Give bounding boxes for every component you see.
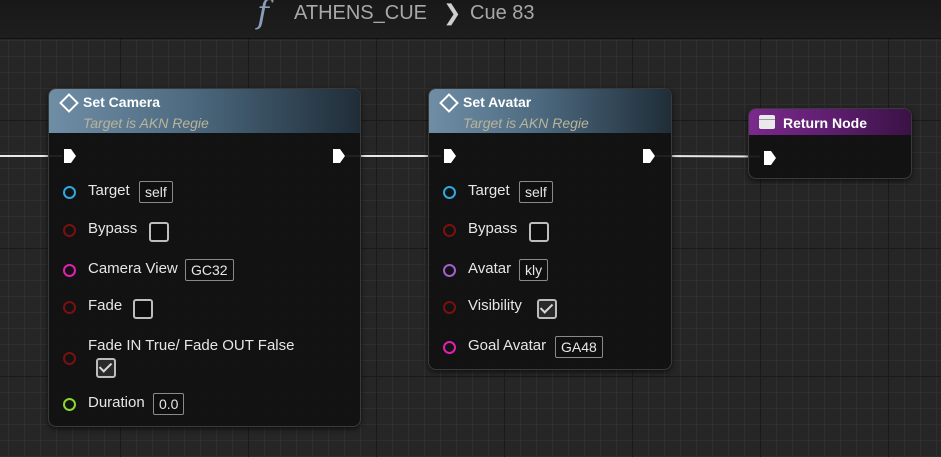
node-header: Set Avatar Target is AKN Regie [429, 89, 671, 133]
pin-label: Duration [88, 394, 145, 411]
pin-fade: Fade [63, 296, 343, 319]
pin-fade-in: Fade IN True/ Fade OUT False [63, 336, 343, 381]
function-call-icon [439, 93, 459, 113]
function-icon: f [257, 0, 269, 31]
return-node-icon [759, 115, 775, 129]
visibility-checkbox[interactable] [537, 299, 557, 319]
object-pin-icon[interactable] [63, 186, 76, 199]
pin-avatar: Avatar kly [443, 259, 663, 281]
goal-avatar-value[interactable]: GA48 [555, 336, 603, 358]
fade-in-checkbox[interactable] [96, 358, 116, 378]
pin-camera-view: Camera View GC32 [63, 259, 343, 281]
fade-checkbox[interactable] [133, 299, 153, 319]
node-header: Set Camera Target is AKN Regie [49, 89, 360, 133]
pin-bypass: Bypass [443, 219, 663, 242]
enum-pin-icon[interactable] [443, 264, 456, 277]
pin-label: Bypass [468, 220, 518, 237]
breadcrumb-parent[interactable]: ATHENS_CUE [294, 0, 427, 26]
name-pin-icon[interactable] [63, 264, 76, 277]
breadcrumb: f ATHENS_CUE ❯ Cue 83 [0, 0, 941, 39]
exec-in-pin-icon[interactable] [63, 148, 77, 164]
pin-bypass: Bypass [63, 219, 343, 242]
node-title: Set Avatar [463, 94, 532, 110]
breadcrumb-separator-icon: ❯ [443, 0, 462, 25]
node-subtitle: Target is AKN Regie [463, 115, 589, 131]
breadcrumb-current: Cue 83 [470, 2, 535, 24]
pin-target: Target self [63, 181, 343, 203]
pin-label: Target [468, 182, 510, 199]
bool-pin-icon[interactable] [63, 352, 76, 365]
pin-label: Avatar [468, 260, 512, 277]
pin-label: Bypass [88, 220, 138, 237]
camera-view-value[interactable]: GC32 [185, 259, 234, 281]
exec-in-pin-icon[interactable] [443, 148, 457, 164]
target-value[interactable]: self [519, 181, 553, 203]
node-title: Set Camera [83, 94, 161, 110]
pin-label: Target [88, 182, 130, 199]
node-header: Return Node [749, 109, 911, 135]
bypass-checkbox[interactable] [149, 222, 169, 242]
function-call-icon [59, 93, 79, 113]
bool-pin-icon[interactable] [443, 224, 456, 237]
bypass-checkbox[interactable] [529, 222, 549, 242]
pin-label: Goal Avatar [468, 337, 547, 354]
name-pin-icon[interactable] [443, 341, 456, 354]
pin-label: Fade [88, 297, 123, 314]
node-subtitle: Target is AKN Regie [83, 115, 209, 131]
float-pin-icon[interactable] [63, 398, 76, 411]
set-camera-node[interactable]: Set Camera Target is AKN Regie Target se… [48, 88, 361, 427]
object-pin-icon[interactable] [443, 186, 456, 199]
bool-pin-icon[interactable] [63, 224, 76, 237]
node-title: Return Node [783, 115, 867, 131]
exec-out-pin-icon[interactable] [332, 148, 346, 164]
return-node[interactable]: Return Node [748, 108, 912, 179]
duration-value[interactable]: 0.0 [153, 393, 185, 415]
bool-pin-icon[interactable] [63, 301, 76, 314]
set-avatar-node[interactable]: Set Avatar Target is AKN Regie Target se… [428, 88, 672, 370]
target-value[interactable]: self [139, 181, 173, 203]
pin-label: Fade IN True/ Fade OUT False [88, 337, 295, 354]
pin-target: Target self [443, 181, 663, 203]
pin-duration: Duration 0.0 [63, 393, 343, 415]
pin-label: Visibility [468, 297, 522, 314]
bool-pin-icon[interactable] [443, 301, 456, 314]
exec-in-pin-icon[interactable] [763, 150, 777, 166]
pin-visibility: Visibility [443, 296, 663, 319]
avatar-value[interactable]: kly [519, 259, 549, 281]
exec-out-pin-icon[interactable] [642, 148, 656, 164]
pin-label: Camera View [88, 260, 178, 277]
pin-goal-avatar: Goal Avatar GA48 [443, 336, 663, 358]
